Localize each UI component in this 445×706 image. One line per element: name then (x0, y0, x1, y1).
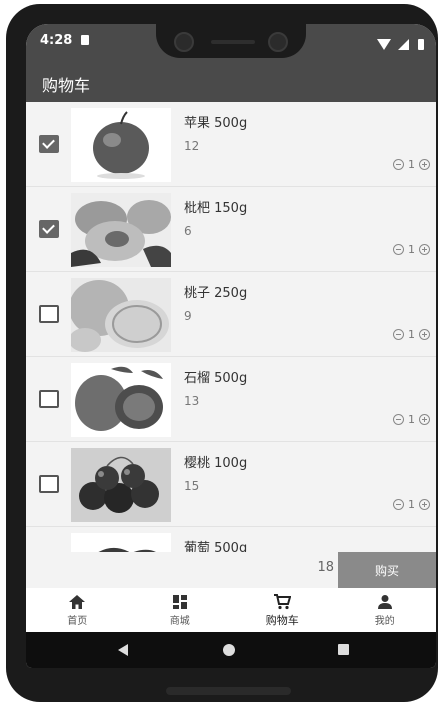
grape-image (71, 533, 171, 552)
cart-item[interactable]: 石榴 500g 13 1 (26, 357, 436, 442)
total-price: 18 (317, 560, 334, 575)
phone-frame: 4:28 购物车 苹果 500g 12 1 枇杷 150g 6 1 桃子 250… (6, 4, 438, 702)
item-name: 葡萄 500g (184, 541, 248, 552)
item-checkbox[interactable] (39, 220, 59, 238)
cart-item[interactable]: 桃子 250g 9 1 (26, 272, 436, 357)
item-price: 13 (184, 394, 200, 408)
sim-card-icon (81, 35, 89, 45)
back-icon[interactable] (118, 644, 128, 656)
nav-item-mine[interactable]: 我的 (334, 588, 437, 632)
minus-icon[interactable] (393, 499, 404, 510)
quantity-stepper: 1 (393, 413, 430, 426)
item-name: 枇杷 150g (184, 201, 248, 216)
buy-bar: 18 购买 (26, 552, 436, 588)
item-quantity: 1 (408, 328, 415, 341)
page-title: 购物车 (42, 76, 91, 95)
plus-icon[interactable] (419, 329, 430, 340)
item-quantity: 1 (408, 158, 415, 171)
item-quantity: 1 (408, 243, 415, 256)
battery-icon (418, 39, 424, 50)
nav-item-home[interactable]: 首页 (26, 588, 129, 632)
item-checkbox[interactable] (39, 475, 59, 493)
quantity-stepper: 1 (393, 158, 430, 171)
recent-apps-icon[interactable] (338, 644, 349, 655)
wifi-icon (376, 39, 391, 50)
peach-image (71, 278, 171, 352)
cherry-image (71, 448, 171, 522)
item-price: 9 (184, 309, 192, 323)
minus-icon[interactable] (393, 329, 404, 340)
item-name: 樱桃 100g (184, 456, 248, 471)
pomegranate-image (71, 363, 171, 437)
quantity-stepper: 1 (393, 243, 430, 256)
grid-icon (172, 595, 187, 609)
front-sensor-icon (268, 32, 288, 52)
minus-icon[interactable] (393, 414, 404, 425)
item-name: 桃子 250g (184, 286, 248, 301)
plus-icon[interactable] (419, 499, 430, 510)
plus-icon[interactable] (419, 244, 430, 255)
cart-icon (274, 594, 292, 610)
person-icon (377, 595, 392, 609)
item-checkbox[interactable] (39, 135, 59, 153)
earpiece-speaker (211, 40, 255, 44)
nav-label: 商城 (169, 616, 190, 627)
plus-icon[interactable] (419, 159, 430, 170)
buy-button[interactable]: 购买 (338, 552, 436, 588)
cart-list[interactable]: 苹果 500g 12 1 枇杷 150g 6 1 桃子 250g 9 1 石榴 … (26, 102, 436, 552)
item-name: 苹果 500g (184, 116, 248, 131)
signal-icon (397, 39, 409, 50)
screen: 4:28 购物车 苹果 500g 12 1 枇杷 150g 6 1 桃子 250… (26, 24, 436, 668)
bottom-speaker-grille (166, 687, 291, 695)
status-time: 4:28 (40, 33, 73, 48)
nav-item-cart[interactable]: 购物车 (231, 588, 334, 632)
status-bar: 4:28 (26, 24, 436, 62)
bottom-nav: 首页 商城 购物车 我的 (26, 588, 436, 632)
nav-item-mall[interactable]: 商城 (129, 588, 232, 632)
item-price: 15 (184, 479, 200, 493)
cart-item[interactable]: 枇杷 150g 6 1 (26, 187, 436, 272)
system-icons (376, 34, 424, 53)
cart-item[interactable]: 樱桃 100g 15 1 (26, 442, 436, 527)
quantity-stepper: 1 (393, 328, 430, 341)
home-icon (69, 595, 86, 609)
minus-icon[interactable] (393, 159, 404, 170)
item-quantity: 1 (408, 498, 415, 511)
quantity-stepper: 1 (393, 498, 430, 511)
item-checkbox[interactable] (39, 305, 59, 323)
nav-label: 我的 (374, 616, 395, 627)
cart-item[interactable]: 苹果 500g 12 1 (26, 102, 436, 187)
item-price: 6 (184, 224, 192, 238)
home-circle-icon[interactable] (223, 644, 235, 656)
system-nav-bar (26, 632, 436, 668)
front-camera-icon (174, 32, 194, 52)
plus-icon[interactable] (419, 414, 430, 425)
item-price: 12 (184, 139, 200, 153)
item-quantity: 1 (408, 413, 415, 426)
minus-icon[interactable] (393, 244, 404, 255)
loquat-image (71, 193, 171, 267)
item-name: 石榴 500g (184, 371, 248, 386)
nav-label: 首页 (67, 616, 88, 627)
camera-notch (156, 24, 306, 58)
nav-label: 购物车 (265, 614, 299, 627)
cart-item[interactable]: 葡萄 500g (26, 527, 436, 552)
app-bar: 购物车 (26, 62, 436, 102)
item-checkbox[interactable] (39, 390, 59, 408)
apple-image (71, 108, 171, 182)
